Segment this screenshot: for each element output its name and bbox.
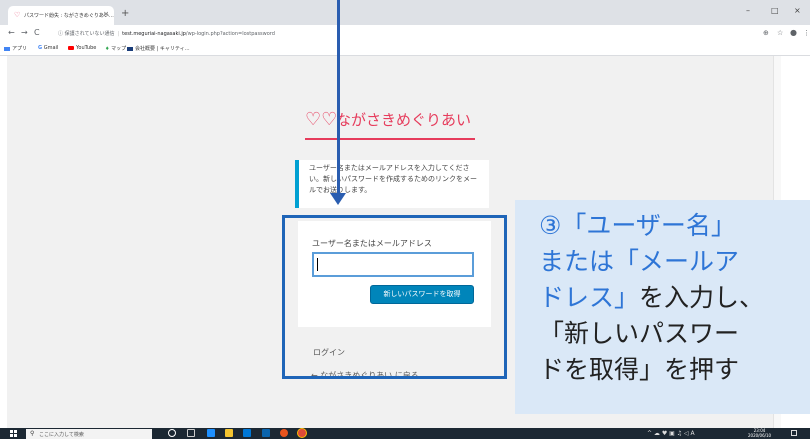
ime-indicator[interactable]: A — [691, 430, 695, 437]
windows-start-icon[interactable] — [10, 430, 17, 437]
callout-line-5: ドを取得」を押す — [539, 355, 740, 384]
info-icon: ⓘ — [58, 31, 64, 37]
logo-underline — [305, 138, 475, 140]
clock-date: 2020/06/10 — [748, 433, 772, 438]
chrome-icon[interactable] — [298, 429, 306, 437]
google-icon: G — [38, 45, 43, 51]
double-heart-icon: ♡♡ — [305, 109, 338, 130]
window-close-button[interactable]: × — [794, 6, 801, 15]
annotation-arrow-head — [330, 193, 346, 205]
youtube-icon — [68, 45, 74, 50]
notification-icon[interactable] — [791, 430, 797, 436]
store-icon[interactable] — [243, 429, 251, 437]
taskbar-search-placeholder: ここに入力して検索 — [39, 432, 84, 438]
callout-line-1: ③「ユーザー名」 — [539, 211, 736, 240]
bookmarks-bar: アプリ G Gmail YouTube ♦ マップ 会社概要 | キャリティ… — [0, 42, 810, 56]
taskbar: ⚲ ここに入力して検索 ^ ☁ ♥ ▣ ♫ ◁ A 23:04 2020/06/… — [0, 428, 810, 439]
security-label: 保護されていない通信 — [64, 31, 115, 37]
file-explorer-icon[interactable] — [225, 429, 233, 437]
taskbar-search-box[interactable]: ⚲ ここに入力して検索 — [26, 429, 152, 439]
window-minimize-button[interactable]: – — [746, 6, 750, 15]
heart-favicon-icon: ♡ — [14, 11, 21, 19]
instruction-callout: ③「ユーザー名」 または「メールア ドレス」を入力し、 「新しいパスワー ドを取… — [515, 200, 810, 414]
bookmark-gmail[interactable]: G Gmail — [38, 45, 58, 51]
profile-icon[interactable]: ● — [790, 28, 797, 37]
screen: ♡ パスワード紛失 : ながさきめぐりあい… × + – □ × ← → C ⓘ… — [0, 0, 810, 439]
office-icon[interactable] — [280, 429, 288, 437]
bookmark-company[interactable]: 会社概要 | キャリティ… — [127, 45, 190, 52]
site-icon — [127, 46, 133, 51]
menu-dots-icon[interactable]: ⋮ — [803, 29, 810, 37]
info-message: ユーザー名またはメールアドレスを入力してください。新しいパスワードを作成するため… — [295, 160, 489, 208]
back-arrow-icon[interactable]: ← — [8, 28, 15, 37]
star-icon[interactable]: ☆ — [777, 29, 783, 37]
site-logo[interactable]: ♡♡ ながさきめぐりあい — [305, 111, 475, 143]
search-icon: ⚲ — [30, 430, 35, 437]
new-tab-button[interactable]: + — [121, 8, 129, 19]
url-path: /wp-login.php?action=lostpassword — [185, 31, 275, 37]
callout-line-3: ドレス」を入力し、 — [539, 283, 764, 313]
tab-title: パスワード紛失 : ながさきめぐりあい… — [24, 13, 114, 19]
forward-arrow-icon[interactable]: → — [21, 28, 28, 37]
cortana-icon[interactable] — [168, 429, 176, 437]
browser-tab-bar: ♡ パスワード紛失 : ながさきめぐりあい… × + – □ × — [0, 0, 810, 25]
bookmark-youtube[interactable]: YouTube — [68, 45, 96, 51]
address-bar: ← → C ⓘ 保護されていない通信 | test.meguriai-nagasak… — [0, 25, 810, 42]
browser-tab[interactable]: ♡ パスワード紛失 : ながさきめぐりあい… × — [8, 6, 114, 25]
system-tray[interactable]: ^ ☁ ♥ ▣ ♫ ◁ A — [647, 430, 695, 437]
url-domain: test.meguriai-nagasaki.jp — [122, 31, 186, 37]
callout-line-2: または「メールア — [539, 247, 740, 276]
callout-line-3-rest: を入力し、 — [639, 283, 765, 312]
mail-icon[interactable] — [262, 429, 270, 437]
task-view-icon[interactable] — [187, 429, 195, 437]
edge-icon[interactable] — [207, 429, 215, 437]
annotation-arrow-shaft — [337, 0, 340, 195]
bookmark-apps[interactable]: アプリ — [4, 45, 27, 52]
apps-grid-icon — [4, 46, 10, 51]
taskbar-clock[interactable]: 23:04 2020/06/10 — [748, 428, 771, 438]
window-maximize-button[interactable]: □ — [771, 6, 779, 15]
reload-icon[interactable]: C — [34, 28, 40, 37]
tab-close-icon[interactable]: × — [103, 10, 109, 18]
form-highlight-frame — [282, 215, 507, 379]
bookmark-maps[interactable]: ♦ マップ — [105, 45, 126, 52]
map-pin-icon: ♦ — [105, 46, 110, 52]
site-name: ながさきめぐりあい — [336, 111, 472, 129]
url-field[interactable]: ⓘ 保護されていない通信 | test.meguriai-nagasaki.jp/w… — [58, 30, 275, 37]
zoom-icon[interactable]: ⊕ — [763, 29, 769, 37]
callout-line-4: 「新しいパスワー — [539, 319, 740, 348]
callout-line-3-emphasis: ドレス」 — [539, 283, 640, 312]
